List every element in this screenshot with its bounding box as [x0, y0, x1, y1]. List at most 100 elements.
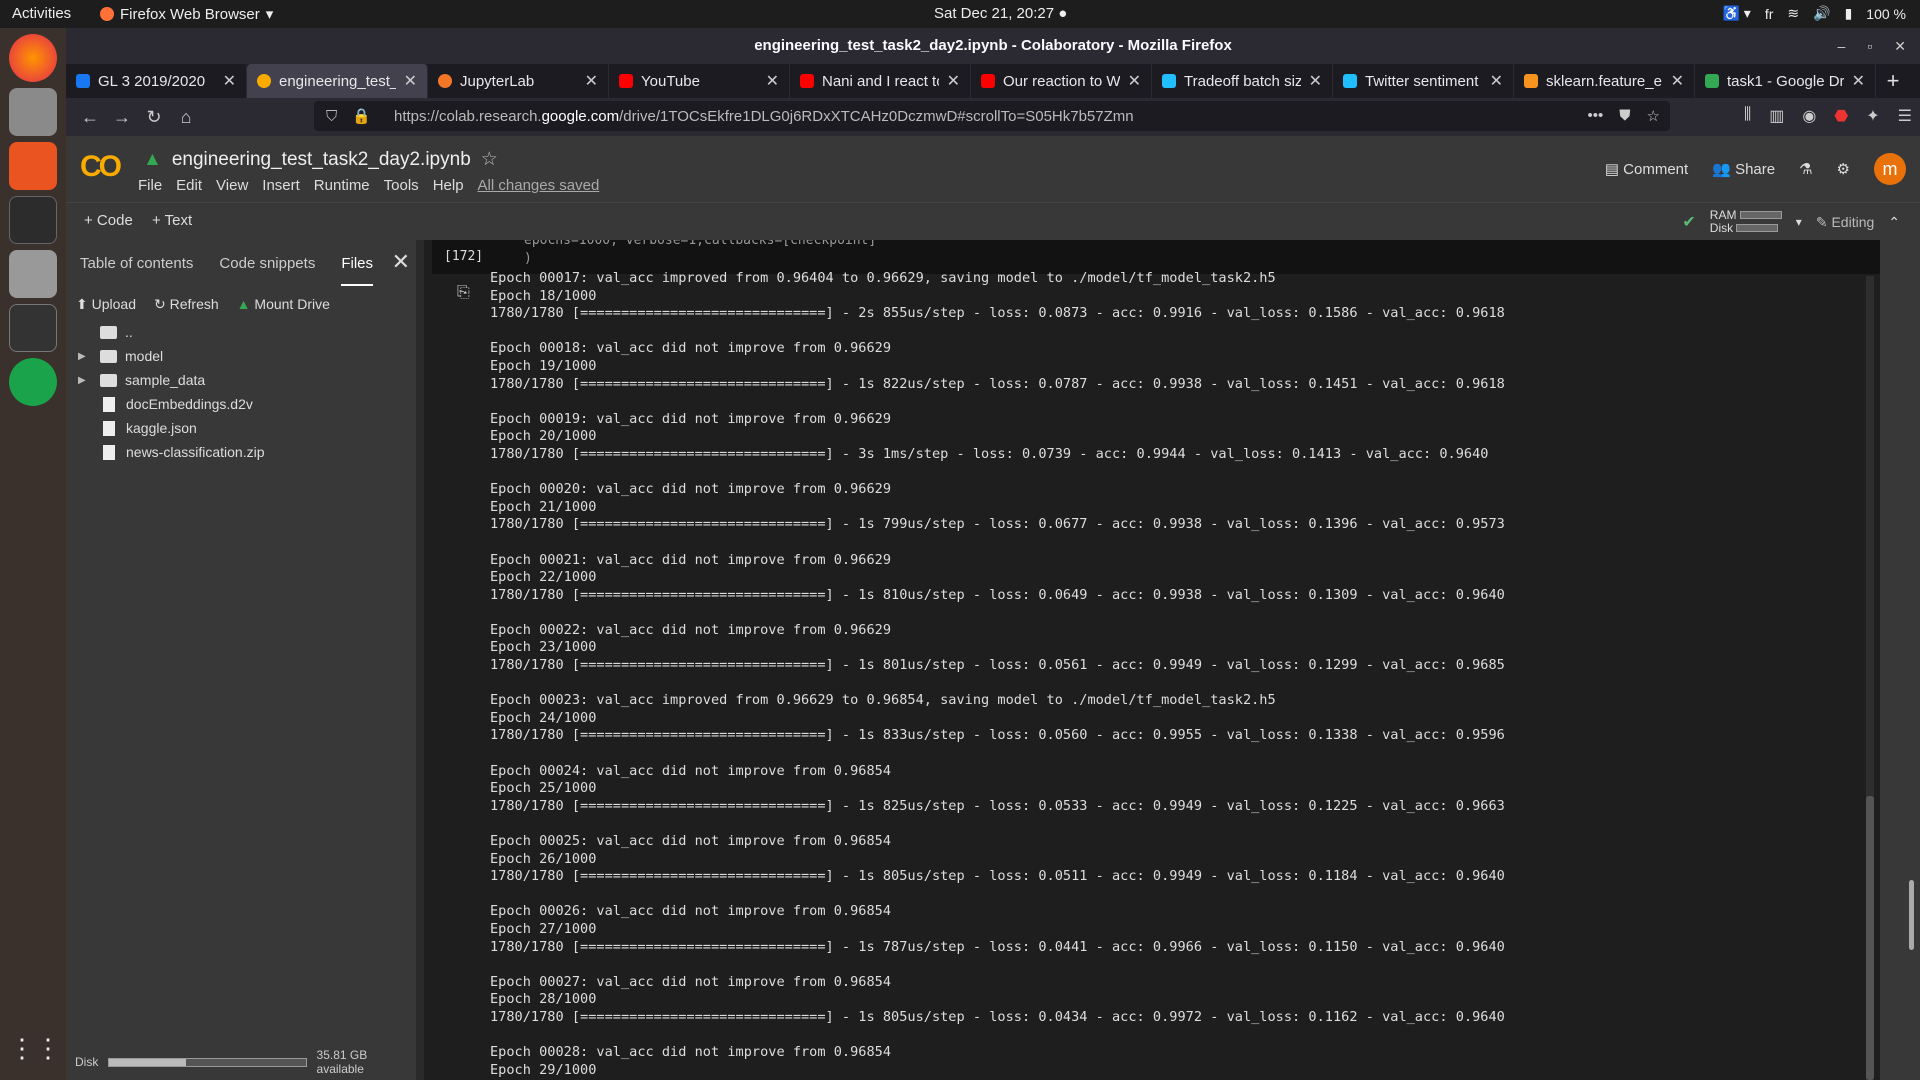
- output-actions-icon[interactable]: ⎘: [457, 284, 470, 302]
- upload-button[interactable]: ⬆ Upload: [76, 296, 136, 313]
- camera-icon[interactable]: [9, 250, 57, 298]
- close-icon[interactable]: ✕: [404, 71, 417, 91]
- close-icon[interactable]: ✕: [947, 71, 960, 91]
- account-icon[interactable]: ◉: [1802, 106, 1816, 126]
- menu-runtime[interactable]: Runtime: [314, 177, 370, 194]
- flask-icon[interactable]: ⚗: [1799, 160, 1812, 178]
- file-tree-item-parent[interactable]: ..: [78, 324, 133, 340]
- browser-tab[interactable]: sklearn.feature_e ✕: [1514, 64, 1695, 98]
- browser-tab[interactable]: Tradeoff batch siz ✕: [1152, 64, 1333, 98]
- close-icon[interactable]: ✕: [1671, 71, 1684, 91]
- system-tray[interactable]: ♿ ▾ fr ≋ 🔊 ▮ 100 %: [1722, 5, 1906, 22]
- save-status[interactable]: All changes saved: [478, 177, 600, 194]
- code-cell[interactable]: epochs=1000, verbose=1,callbacks=[checkp…: [432, 240, 1880, 1080]
- reload-icon[interactable]: ↻: [138, 107, 170, 128]
- notebook-title[interactable]: engineering_test_task2_day2.ipynb: [172, 149, 471, 171]
- extensions-icon[interactable]: ✦: [1866, 106, 1879, 126]
- menu-edit[interactable]: Edit: [176, 177, 202, 194]
- terminal-icon[interactable]: [9, 196, 57, 244]
- editing-button[interactable]: ✎ Editing: [1816, 214, 1874, 231]
- more-icon[interactable]: •••: [1588, 107, 1604, 125]
- code-editor[interactable]: epochs=1000, verbose=1,callbacks=[checkp…: [432, 240, 1880, 274]
- tab-files[interactable]: Files: [341, 255, 373, 286]
- new-tab-button[interactable]: +: [1876, 64, 1910, 98]
- browser-tab[interactable]: Twitter sentiment ✕: [1333, 64, 1514, 98]
- chevron-down-icon[interactable]: ▾: [1796, 215, 1802, 229]
- minimize-icon[interactable]: –: [1838, 28, 1846, 64]
- browser-tab[interactable]: task1 - Google Dri ✕: [1695, 64, 1876, 98]
- software-center-icon[interactable]: [9, 142, 57, 190]
- add-text-button[interactable]: + Text: [152, 212, 192, 229]
- output-scrollbar[interactable]: [1866, 276, 1874, 1080]
- scrollbar-thumb[interactable]: [1866, 796, 1874, 1080]
- file-tree-item-folder[interactable]: ▶ sample_data: [78, 372, 205, 388]
- keyboard-layout[interactable]: fr: [1765, 6, 1774, 22]
- star-icon[interactable]: ☆: [481, 148, 498, 171]
- close-icon[interactable]: ✕: [1852, 71, 1865, 91]
- refresh-button[interactable]: ↻ Refresh: [154, 296, 219, 313]
- chevron-right-icon[interactable]: ▶: [78, 351, 92, 362]
- colab-logo[interactable]: CO: [80, 150, 122, 184]
- sidebar-icon[interactable]: ▥: [1769, 106, 1784, 126]
- page-scrollbar[interactable]: [1880, 240, 1920, 1080]
- adblock-icon[interactable]: ⬣: [1834, 106, 1848, 126]
- app-menu[interactable]: Firefox Web Browser ▾: [100, 5, 273, 23]
- activities-button[interactable]: Activities: [12, 5, 71, 22]
- menu-file[interactable]: File: [138, 177, 162, 194]
- pocket-icon[interactable]: ⛊: [1619, 107, 1630, 125]
- close-icon[interactable]: ✕: [1490, 71, 1503, 91]
- close-icon[interactable]: ✕: [223, 71, 236, 91]
- menu-insert[interactable]: Insert: [262, 177, 300, 194]
- browser-tab[interactable]: JupyterLab ✕: [428, 64, 609, 98]
- mount-drive-button[interactable]: ▲ Mount Drive: [237, 296, 330, 313]
- chevron-right-icon[interactable]: ▶: [78, 375, 92, 386]
- close-icon[interactable]: ✕: [585, 71, 598, 91]
- home-icon[interactable]: ⌂: [170, 107, 202, 128]
- library-icon[interactable]: ⫼: [1744, 106, 1751, 126]
- tab-table-of-contents[interactable]: Table of contents: [80, 255, 193, 286]
- hamburger-menu-icon[interactable]: ☰: [1898, 106, 1912, 126]
- comment-button[interactable]: ▤ Comment: [1605, 160, 1688, 178]
- add-code-button[interactable]: + Code: [84, 212, 133, 229]
- browser-tab[interactable]: Nani and I react to ✕: [790, 64, 971, 98]
- close-icon[interactable]: ✕: [1128, 71, 1141, 91]
- file-tree-item-file[interactable]: docEmbeddings.d2v: [78, 396, 253, 412]
- maximize-icon[interactable]: ▫: [1867, 28, 1872, 64]
- browser-tab[interactable]: GL 3 2019/2020 ✕: [66, 64, 247, 98]
- close-icon[interactable]: ✕: [392, 249, 410, 275]
- menu-view[interactable]: View: [216, 177, 248, 194]
- file-name: model: [125, 348, 164, 364]
- browser-tab[interactable]: YouTube ✕: [609, 64, 790, 98]
- file-tree-item-folder[interactable]: ▶ model: [78, 348, 163, 364]
- file-name: sample_data: [125, 372, 206, 388]
- address-bar[interactable]: ⛉ 🔒 https://colab.research. google.com/dr…: [314, 101, 1670, 131]
- chevron-up-icon[interactable]: ⌃: [1888, 214, 1900, 231]
- menu-tools[interactable]: Tools: [384, 177, 419, 194]
- close-icon[interactable]: ✕: [766, 71, 779, 91]
- clock[interactable]: Sat Dec 21, 20:27 ●: [934, 5, 1067, 22]
- close-icon[interactable]: ✕: [1894, 28, 1906, 64]
- tab-favicon-icon: [257, 74, 271, 88]
- system-monitor-icon[interactable]: [9, 304, 57, 352]
- avatar[interactable]: m: [1874, 153, 1906, 185]
- show-apps-icon[interactable]: ⋮⋮: [9, 1024, 61, 1072]
- share-button[interactable]: 👥 Share: [1712, 160, 1775, 178]
- app-menu-label: Firefox Web Browser: [120, 5, 260, 23]
- browser-tab-active[interactable]: engineering_test_ ✕: [247, 64, 428, 98]
- file-tree-item-file[interactable]: kaggle.json: [78, 420, 197, 436]
- browser-tab[interactable]: Our reaction to W ✕: [971, 64, 1152, 98]
- files-icon[interactable]: [9, 88, 57, 136]
- forward-icon[interactable]: →: [106, 107, 138, 128]
- scrollbar-thumb[interactable]: [1909, 880, 1914, 950]
- accessibility-icon[interactable]: ♿ ▾: [1722, 5, 1750, 22]
- tab-code-snippets[interactable]: Code snippets: [219, 255, 315, 286]
- resources-indicator[interactable]: RAM Disk: [1710, 209, 1782, 235]
- refresh-app-icon[interactable]: [9, 358, 57, 406]
- file-tree-item-file[interactable]: news-classification.zip: [78, 444, 265, 460]
- close-icon[interactable]: ✕: [1309, 71, 1322, 91]
- back-icon[interactable]: ←: [74, 107, 106, 128]
- firefox-icon[interactable]: [9, 34, 57, 82]
- bookmark-star-icon[interactable]: ☆: [1647, 107, 1660, 125]
- menu-help[interactable]: Help: [433, 177, 464, 194]
- gear-icon[interactable]: ⚙: [1837, 160, 1850, 178]
